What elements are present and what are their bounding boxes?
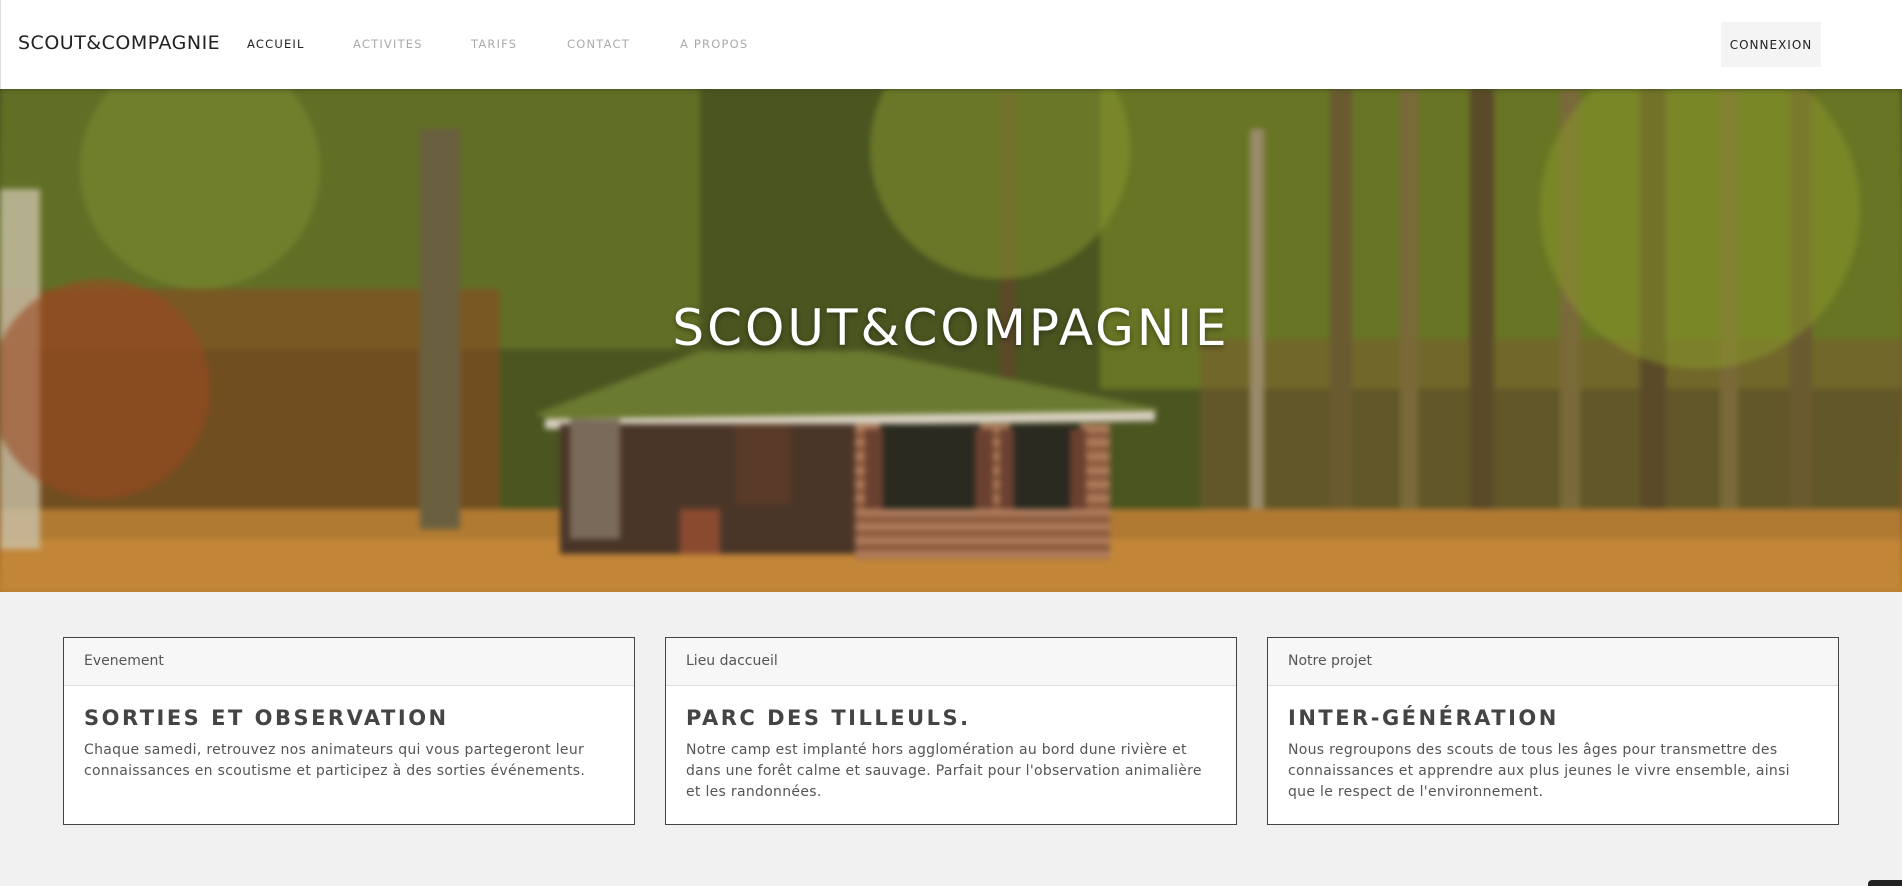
nav-item-activites[interactable]: ACTIVITES: [353, 37, 423, 51]
nav-item-contact[interactable]: CONTACT: [567, 37, 630, 51]
nav-item-tarifs[interactable]: TARIFS: [471, 37, 517, 51]
card-header: Notre projet: [1268, 638, 1838, 686]
card-header: Lieu daccueil: [666, 638, 1236, 686]
nav-item-a-propos[interactable]: A PROPOS: [680, 37, 748, 51]
card-header: Evenement: [64, 638, 634, 686]
nav-item-accueil[interactable]: ACCUEIL: [247, 37, 305, 51]
card-title: PARC DES TILLEULS.: [686, 706, 971, 730]
card-notre-projet: Notre projet INTER-GÉNÉRATION Nous regro…: [1267, 637, 1839, 825]
scroll-corner-indicator: [1868, 880, 1902, 886]
card-text: Nous regroupons des scouts de tous les â…: [1288, 742, 1790, 800]
login-button[interactable]: CONNEXION: [1721, 22, 1821, 67]
card-body: SORTIES ET OBSERVATION Chaque samedi, re…: [64, 686, 634, 802]
card-title: INTER-GÉNÉRATION: [1288, 706, 1559, 730]
hero-banner: SCOUT&COMPAGNIE: [0, 89, 1902, 592]
card-text: Chaque samedi, retrouvez nos animateurs …: [84, 742, 586, 779]
brand-logo[interactable]: SCOUT&COMPAGNIE: [18, 32, 220, 54]
card-text: Notre camp est implanté hors agglomérati…: [686, 742, 1202, 800]
card-lieu-daccueil: Lieu daccueil PARC DES TILLEULS. Notre c…: [665, 637, 1237, 825]
card-evenement: Evenement SORTIES ET OBSERVATION Chaque …: [63, 637, 635, 825]
top-navbar: SCOUT&COMPAGNIE ACCUEIL ACTIVITES TARIFS…: [0, 0, 1902, 89]
card-body: PARC DES TILLEULS. Notre camp est implan…: [666, 686, 1236, 823]
card-body: INTER-GÉNÉRATION Nous regroupons des sco…: [1268, 686, 1838, 823]
hero-title: SCOUT&COMPAGNIE: [672, 299, 1230, 357]
card-title: SORTIES ET OBSERVATION: [84, 706, 449, 730]
